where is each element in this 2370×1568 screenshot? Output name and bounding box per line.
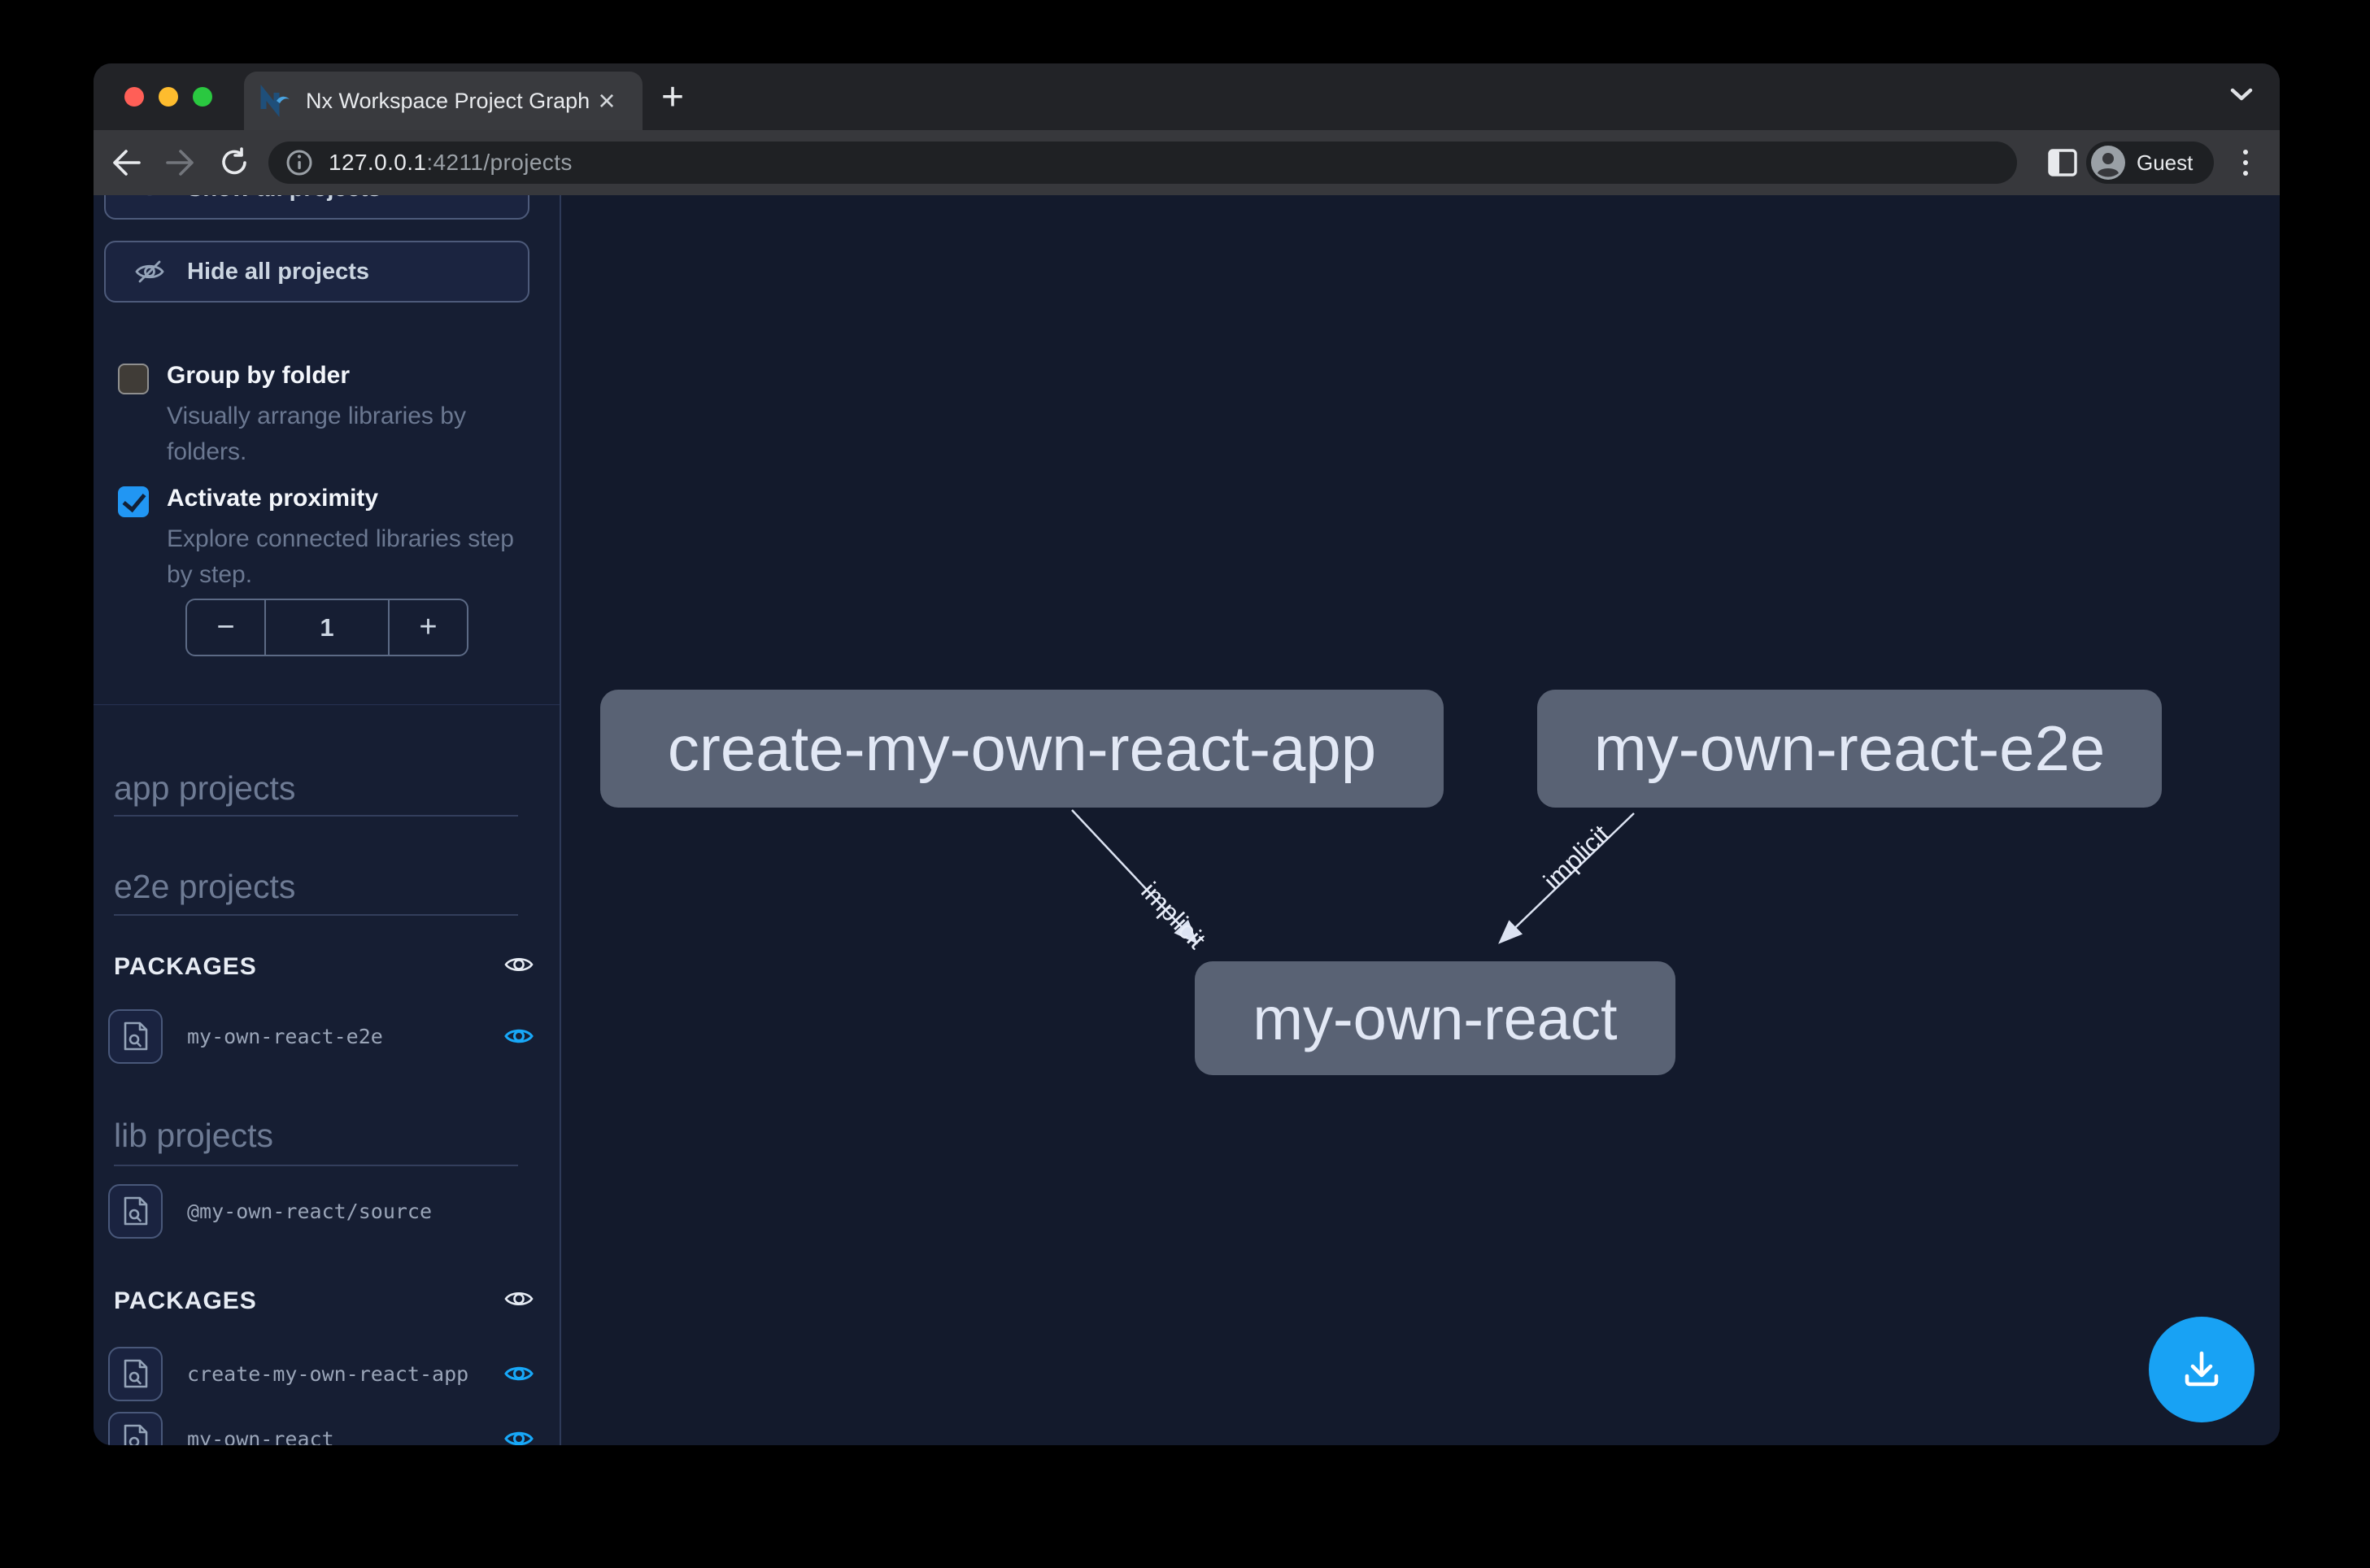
profile-name: Guest xyxy=(2137,150,2193,176)
project-graph-canvas[interactable]: implicit implicit create-my-own-react-ap… xyxy=(561,195,2280,1445)
chevron-down-icon[interactable] xyxy=(2229,86,2254,102)
activate-proximity-description: Explore connected libraries step by step… xyxy=(167,521,525,593)
reload-button[interactable] xyxy=(215,143,254,182)
close-window-button[interactable] xyxy=(124,87,144,107)
packages-header-e2e: PACKAGES xyxy=(114,953,257,981)
avatar-icon xyxy=(2091,146,2125,180)
focus-project-button[interactable] xyxy=(108,1009,163,1064)
edge-label: implicit xyxy=(1135,877,1211,955)
edge-label: implicit xyxy=(1538,819,1615,895)
tab-close-icon[interactable]: × xyxy=(589,83,625,119)
e2e-projects-underline xyxy=(114,914,518,916)
new-tab-button[interactable]: + xyxy=(651,75,695,119)
lib-projects-underline xyxy=(114,1165,518,1166)
browser-window: Nx Workspace Project Graph × + xyxy=(94,63,2280,1445)
project-row-my-own-react: my-own-react xyxy=(108,1411,334,1445)
page-content: Show all projects Hide all projects Grou… xyxy=(94,195,2280,1445)
project-name[interactable]: create-my-own-react-app xyxy=(187,1362,468,1386)
url-path: :4211/projects xyxy=(426,150,572,175)
tab-nx-workspace[interactable]: Nx Workspace Project Graph × xyxy=(244,72,643,130)
focus-project-button[interactable] xyxy=(108,1347,163,1401)
forward-button[interactable] xyxy=(161,143,200,182)
eye-icon xyxy=(133,195,166,205)
show-all-projects-label: Show all projects xyxy=(187,195,381,203)
sidebar-divider xyxy=(94,704,560,705)
proximity-decrement-button[interactable]: − xyxy=(187,600,264,655)
download-icon xyxy=(2179,1347,2224,1392)
activate-proximity-label: Activate proximity xyxy=(167,485,378,512)
file-search-icon xyxy=(122,1021,150,1052)
group-by-folder-label: Group by folder xyxy=(167,362,350,390)
hide-all-projects-button[interactable]: Hide all projects xyxy=(104,241,529,303)
focus-project-button[interactable] xyxy=(108,1412,163,1446)
hide-all-projects-label: Hide all projects xyxy=(187,259,369,285)
profile-button[interactable]: Guest xyxy=(2086,142,2214,184)
minimize-window-button[interactable] xyxy=(159,87,178,107)
file-search-icon xyxy=(122,1196,150,1226)
group-by-folder-checkbox[interactable] xyxy=(118,364,149,394)
proximity-increment-button[interactable]: + xyxy=(390,600,467,655)
project-visible-eye-icon[interactable] xyxy=(503,1422,535,1445)
eye-off-icon xyxy=(133,255,166,288)
graph-node-my-own-react[interactable]: my-own-react xyxy=(1195,961,1675,1075)
graph-node-my-own-react-e2e[interactable]: my-own-react-e2e xyxy=(1537,690,2162,808)
file-search-icon xyxy=(122,1423,150,1445)
toggle-packages-lib-eye-icon[interactable] xyxy=(503,1283,535,1319)
tab-strip: Nx Workspace Project Graph × + xyxy=(94,63,2280,130)
address-bar[interactable]: 127.0.0.1:4211/projects xyxy=(268,142,2017,184)
toggle-packages-e2e-eye-icon[interactable] xyxy=(503,948,535,985)
project-visible-eye-icon[interactable] xyxy=(503,1020,535,1056)
proximity-value: 1 xyxy=(264,600,390,655)
url-host: 127.0.0.1 xyxy=(329,150,426,175)
graph-node-create-my-own-react-app[interactable]: create-my-own-react-app xyxy=(600,690,1444,808)
project-visible-eye-icon[interactable] xyxy=(503,1357,535,1394)
file-search-icon xyxy=(122,1358,150,1389)
dependency-edges: implicit implicit xyxy=(561,195,2280,1445)
group-by-folder-description: Visually arrange libraries by folders. xyxy=(167,399,525,470)
download-graph-button[interactable] xyxy=(2149,1317,2255,1422)
url-text: 127.0.0.1:4211/projects xyxy=(329,150,573,176)
side-panel-icon[interactable] xyxy=(2047,148,2078,177)
project-name[interactable]: my-own-react-e2e xyxy=(187,1025,383,1048)
app-projects-underline xyxy=(114,815,518,817)
lib-projects-header: lib projects xyxy=(114,1117,273,1155)
site-info-icon[interactable] xyxy=(285,148,314,177)
proximity-stepper: − 1 + xyxy=(185,599,468,656)
browser-toolbar: 127.0.0.1:4211/projects Guest xyxy=(94,130,2280,195)
project-name[interactable]: @my-own-react/source xyxy=(187,1200,432,1223)
forward-arrow-icon xyxy=(164,148,197,177)
tab-title: Nx Workspace Project Graph xyxy=(306,89,590,114)
nx-favicon-icon xyxy=(260,85,293,117)
activate-proximity-checkbox[interactable] xyxy=(118,486,149,517)
sidebar: Show all projects Hide all projects Grou… xyxy=(94,195,561,1445)
focus-project-button[interactable] xyxy=(108,1184,163,1239)
project-row-create-my-own-react-app: create-my-own-react-app xyxy=(108,1346,468,1401)
reload-icon xyxy=(218,146,251,179)
browser-menu-button[interactable] xyxy=(2226,143,2265,182)
e2e-projects-header: e2e projects xyxy=(114,868,295,906)
back-button[interactable] xyxy=(107,143,146,182)
packages-header-lib: PACKAGES xyxy=(114,1287,257,1315)
project-row-my-own-react-source: @my-own-react/source xyxy=(108,1183,432,1239)
project-name[interactable]: my-own-react xyxy=(187,1427,334,1446)
back-arrow-icon xyxy=(110,148,142,177)
app-projects-header: app projects xyxy=(114,769,295,808)
show-all-projects-button[interactable]: Show all projects xyxy=(104,195,529,220)
maximize-window-button[interactable] xyxy=(193,87,212,107)
project-row-my-own-react-e2e: my-own-react-e2e xyxy=(108,1008,383,1064)
